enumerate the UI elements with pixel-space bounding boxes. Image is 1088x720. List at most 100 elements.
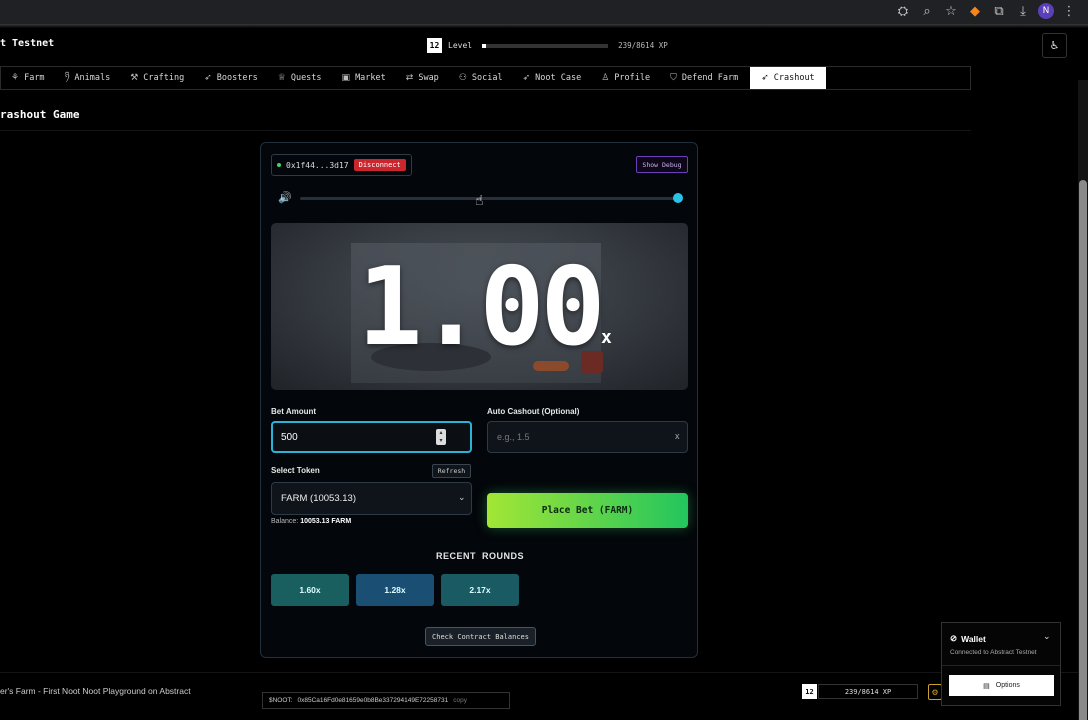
level-indicator: 12 Level 239/8614 XP bbox=[427, 38, 668, 53]
level-label: Level bbox=[448, 41, 473, 50]
main-nav: ⚘ Farm ཉ Animals ⚒ Crafting ➶ Boosters ♕ Ques… bbox=[0, 66, 971, 90]
footer-title: er's Farm - First Noot Noot Playground o… bbox=[0, 686, 191, 696]
tab-boosters[interactable]: ➶ Boosters bbox=[194, 67, 268, 89]
refresh-button[interactable]: Refresh bbox=[432, 464, 471, 478]
contract-address-box: $NOOT: 0x85Ca16Fd0e81659e0b8Be337294149E… bbox=[262, 692, 510, 709]
bookmark-star-icon[interactable]: ☆ bbox=[942, 2, 960, 20]
wallet-popup-divider bbox=[942, 665, 1060, 666]
tab-label: Crafting bbox=[143, 73, 185, 83]
wallet-popup-title: Wallet bbox=[961, 633, 986, 644]
tab-defend-farm[interactable]: ⛉ Defend Farm bbox=[660, 67, 748, 89]
tab-label: Defend Farm bbox=[681, 73, 739, 83]
tab-noot-case[interactable]: ➶ Noot Case bbox=[513, 67, 592, 89]
leaf-icon: ⚘ bbox=[11, 73, 20, 83]
translate-icon[interactable]: ⛭ bbox=[894, 2, 912, 20]
tab-label: Noot Case bbox=[535, 73, 582, 83]
rocket-icon: ➶ bbox=[761, 73, 769, 83]
auto-cashout-input[interactable]: e.g., 1.5 bbox=[487, 421, 688, 453]
tab-social[interactable]: ⚇ Social bbox=[449, 67, 513, 89]
token-select[interactable]: FARM (10053.13) bbox=[271, 482, 472, 515]
zoom-icon[interactable]: ⌕ bbox=[918, 2, 936, 20]
copy-button[interactable]: copy bbox=[453, 697, 467, 704]
scrollbar-thumb[interactable] bbox=[1079, 180, 1087, 720]
browser-toolbar: ⛭ ⌕ ☆ ◆ ⧉ ⤓ N ⋮ bbox=[0, 0, 1088, 24]
metamask-extension-icon[interactable]: ◆ bbox=[966, 2, 984, 20]
game-screen: 1.00 x bbox=[271, 223, 688, 390]
xp-text: 239/8614 XP bbox=[618, 41, 668, 50]
xp-progress-fill bbox=[482, 43, 487, 48]
app-title: t Testnet bbox=[0, 38, 55, 49]
wallet-status: 0x1f44...3d17 Disconnect bbox=[271, 154, 412, 176]
swap-icon: ⇄ bbox=[405, 73, 414, 83]
tab-profile[interactable]: ♙ Profile bbox=[591, 67, 660, 89]
footer-level-number: 12 bbox=[802, 684, 817, 699]
tab-quests[interactable]: ♕ Quests bbox=[268, 67, 332, 89]
tab-crashout[interactable]: ➶ Crashout bbox=[750, 67, 826, 89]
place-bet-button[interactable]: Place Bet (FARM) bbox=[487, 493, 688, 528]
chevron-down-icon[interactable]: ⌄ bbox=[458, 493, 466, 503]
auto-cashout-label: Auto Cashout (Optional) bbox=[487, 407, 580, 416]
wallet-address: 0x1f44...3d17 bbox=[286, 160, 349, 170]
tab-crafting[interactable]: ⚒ Crafting bbox=[120, 67, 194, 89]
tab-animals[interactable]: ཉ Animals bbox=[55, 67, 121, 89]
balance-prefix: Balance: bbox=[271, 518, 299, 525]
profile-avatar[interactable]: N bbox=[1038, 3, 1054, 19]
contract-address: 0x85Ca16Fd0e81659e0b8Be337294149E7225873… bbox=[297, 697, 449, 704]
chevron-down-icon[interactable]: ⌄ bbox=[1043, 632, 1051, 642]
multiplier-suffix: x bbox=[601, 327, 612, 348]
tab-label: Social bbox=[471, 73, 503, 83]
tab-label: Swap bbox=[418, 73, 439, 83]
extensions-icon[interactable]: ⧉ bbox=[990, 2, 1008, 20]
accessibility-button[interactable]: ♿ bbox=[1042, 33, 1067, 58]
hammer-icon: ⚒ bbox=[130, 73, 139, 83]
disconnect-button[interactable]: Disconnect bbox=[353, 159, 406, 171]
tab-label: Quests bbox=[290, 73, 322, 83]
tab-market[interactable]: ▣ Market bbox=[332, 67, 396, 89]
level-number: 12 bbox=[427, 38, 442, 53]
page-title: rashout Game bbox=[0, 108, 80, 121]
bet-amount-label: Bet Amount bbox=[271, 407, 317, 416]
coin-icon[interactable]: ⚙ bbox=[928, 684, 942, 700]
contract-label: $NOOT: bbox=[269, 697, 293, 704]
download-icon[interactable]: ⤓ bbox=[1014, 2, 1032, 20]
tab-label: Farm bbox=[24, 73, 45, 83]
tab-label: Crashout bbox=[773, 73, 815, 83]
shield-icon: ⛉ bbox=[670, 73, 677, 83]
tab-label: Animals bbox=[74, 73, 111, 83]
wallet-options-button[interactable]: ▤ Options bbox=[949, 675, 1054, 696]
check-contract-balances-button[interactable]: Check Contract Balances bbox=[425, 627, 536, 646]
check-circle-icon: ⊘ bbox=[950, 633, 958, 643]
connected-dot-icon bbox=[277, 163, 281, 167]
chrome-shadow bbox=[0, 24, 1088, 28]
wallet-popup-header[interactable]: ⊘ Wallet bbox=[950, 633, 986, 644]
crashout-game-card: 0x1f44...3d17 Disconnect Show Debug 🔊 ☝ … bbox=[260, 142, 698, 658]
accessibility-icon: ♿ bbox=[1049, 39, 1060, 52]
tab-label: Boosters bbox=[216, 73, 258, 83]
recent-rounds-title: RECENT ROUNDS bbox=[435, 551, 524, 561]
tab-swap[interactable]: ⇄ Swap bbox=[396, 67, 449, 89]
multiplier-display: 1.00 bbox=[357, 245, 605, 370]
recent-round-chip: 1.60x bbox=[271, 574, 349, 606]
rocket-icon: ➶ bbox=[204, 73, 212, 83]
trophy-icon: ♕ bbox=[277, 73, 286, 83]
volume-slider-thumb[interactable] bbox=[673, 193, 683, 203]
paw-icon: ཉ bbox=[64, 70, 70, 81]
users-icon: ⚇ bbox=[458, 73, 467, 83]
tab-label: Profile bbox=[614, 73, 651, 83]
tab-farm[interactable]: ⚘ Farm bbox=[1, 67, 55, 89]
volume-slider[interactable] bbox=[300, 197, 678, 200]
recent-round-chip: 1.28x bbox=[356, 574, 434, 606]
show-debug-button[interactable]: Show Debug bbox=[636, 156, 688, 173]
page-scrollbar[interactable] bbox=[1078, 80, 1088, 720]
footer-divider bbox=[0, 672, 1078, 673]
menu-kebab-icon[interactable]: ⋮ bbox=[1060, 2, 1078, 20]
xp-progress-bar bbox=[482, 43, 609, 48]
bet-amount-stepper[interactable]: ▴ ▾ bbox=[436, 429, 446, 445]
clear-cashout-button[interactable]: x bbox=[675, 431, 680, 441]
footer-xp-text: 239/8614 XP bbox=[818, 684, 918, 699]
wallet-popup: ⊘ Wallet ⌄ Connected to Abstract Testnet… bbox=[941, 622, 1061, 706]
title-divider bbox=[0, 130, 971, 131]
volume-icon[interactable]: 🔊 bbox=[278, 191, 292, 204]
token-balance: Balance: 10053.13 FARM bbox=[271, 518, 351, 525]
select-token-label: Select Token bbox=[271, 466, 320, 475]
